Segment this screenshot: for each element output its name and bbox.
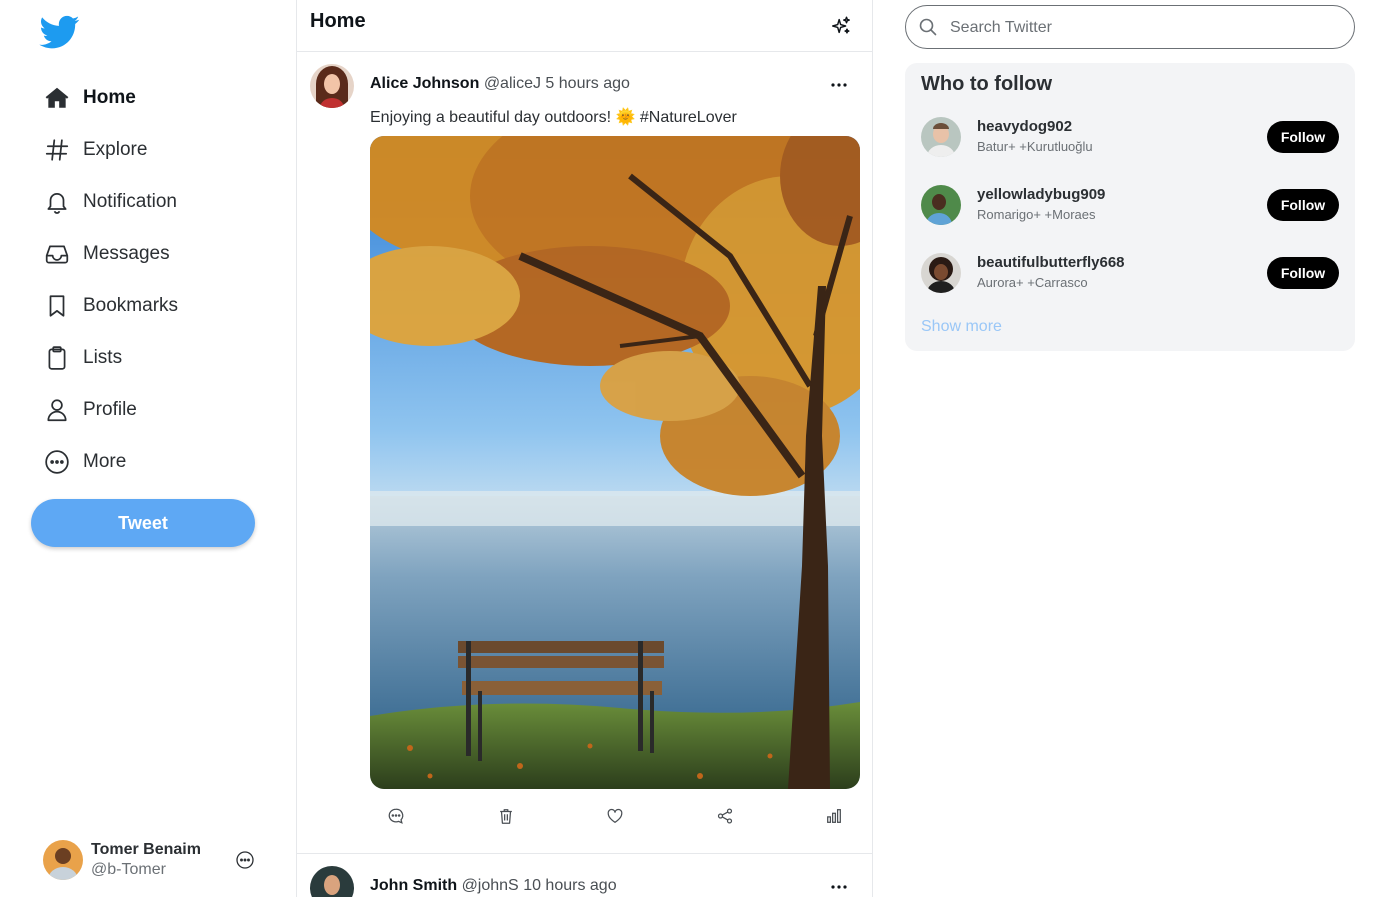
nav-label: Home (83, 87, 136, 108)
avatar (43, 840, 83, 880)
nav-label: Bookmarks (83, 295, 179, 316)
suggestion-username[interactable]: yellowladybug909 (977, 186, 1105, 203)
more-circle-icon (43, 448, 71, 476)
suggestion-subtitle: Batur+ +Kurutluoğlu (977, 139, 1093, 154)
main-nav: Home Explore Notification Messages Bookm… (43, 72, 178, 488)
feed-header: Home (297, 0, 872, 52)
suggestion-username[interactable]: beautifulbutterfly668 (977, 254, 1125, 271)
nav-item-notification[interactable]: Notification (43, 176, 178, 228)
post[interactable]: John Smith @johnS 10 hours ago (297, 854, 872, 897)
nav-item-messages[interactable]: Messages (43, 228, 178, 280)
follow-button[interactable]: Follow (1267, 121, 1339, 153)
follow-suggestion[interactable]: beautifulbutterfly668 Aurora+ +Carrasco … (921, 251, 1339, 295)
post-timestamp: 10 hours ago (523, 877, 617, 894)
bookmark-icon (43, 292, 71, 320)
nav-label: Messages (83, 243, 170, 264)
left-sidebar: Home Explore Notification Messages Bookm… (0, 0, 297, 897)
nav-item-bookmarks[interactable]: Bookmarks (43, 280, 178, 332)
trash-icon[interactable] (495, 805, 517, 827)
nav-label: Explore (83, 139, 148, 160)
search-box (905, 5, 1355, 49)
twitter-bird-icon[interactable] (38, 12, 82, 52)
post-header: John Smith @johnS 10 hours ago (370, 877, 617, 895)
post-header: Alice Johnson @aliceJ 5 hours ago (370, 75, 630, 93)
page-title: Home (310, 10, 366, 32)
more-horizontal-icon[interactable] (828, 876, 850, 897)
analytics-icon[interactable] (823, 805, 845, 827)
main-feed: Home Alice Johnson @aliceJ 5 hours ago E… (297, 0, 873, 897)
post-author-name[interactable]: John Smith (370, 877, 457, 894)
post-author-handle[interactable]: @johnS (462, 877, 519, 894)
panel-title: Who to follow (921, 73, 1053, 95)
more-horizontal-icon[interactable] (828, 74, 850, 96)
follow-suggestion[interactable]: yellowladybug909 Romarigo+ +Moraes Follo… (921, 183, 1339, 227)
post-author-name[interactable]: Alice Johnson (370, 75, 479, 92)
search-icon (918, 17, 938, 37)
avatar[interactable] (310, 64, 354, 108)
heart-icon[interactable] (604, 805, 626, 827)
avatar[interactable] (921, 117, 961, 157)
post-text: Enjoying a beautiful day outdoors! 🌞 #Na… (370, 109, 737, 126)
avatar[interactable] (310, 866, 354, 897)
post-image[interactable] (370, 136, 860, 789)
post-actions (385, 805, 845, 827)
suggestion-subtitle: Aurora+ +Carrasco (977, 275, 1088, 290)
comment-icon[interactable] (385, 805, 407, 827)
tweet-button[interactable]: Tweet (31, 499, 255, 547)
sparkle-icon[interactable] (830, 15, 852, 37)
nav-label: Profile (83, 399, 137, 420)
account-handle: @b-Tomer (91, 861, 166, 878)
nav-item-home[interactable]: Home (43, 72, 178, 124)
nav-item-more[interactable]: More (43, 436, 178, 488)
post-timestamp: 5 hours ago (545, 75, 630, 92)
nav-label: Notification (83, 191, 177, 212)
share-icon[interactable] (714, 805, 736, 827)
hash-icon (43, 136, 71, 164)
who-to-follow-panel: Who to follow heavydog902 Batur+ +Kurutl… (905, 63, 1355, 351)
post-author-handle[interactable]: @aliceJ (484, 75, 541, 92)
follow-suggestion[interactable]: heavydog902 Batur+ +Kurutluoğlu Follow (921, 115, 1339, 159)
post[interactable]: Alice Johnson @aliceJ 5 hours ago Enjoyi… (297, 52, 872, 854)
clipboard-icon (43, 344, 71, 372)
bell-icon (43, 188, 71, 216)
nav-label: More (83, 451, 127, 472)
inbox-icon (43, 240, 71, 268)
show-more-link[interactable]: Show more (921, 318, 1002, 336)
account-switcher[interactable]: Tomer Benaim @b-Tomer (43, 838, 255, 882)
suggestion-subtitle: Romarigo+ +Moraes (977, 207, 1096, 222)
avatar[interactable] (921, 253, 961, 293)
suggestion-username[interactable]: heavydog902 (977, 118, 1072, 135)
user-icon (43, 396, 71, 424)
nav-item-explore[interactable]: Explore (43, 124, 178, 176)
avatar[interactable] (921, 185, 961, 225)
nav-item-lists[interactable]: Lists (43, 332, 178, 384)
search-input[interactable] (950, 14, 1340, 42)
nav-item-profile[interactable]: Profile (43, 384, 178, 436)
follow-button[interactable]: Follow (1267, 257, 1339, 289)
home-icon (43, 84, 71, 112)
account-names: Tomer Benaim @b-Tomer (91, 840, 201, 880)
follow-button[interactable]: Follow (1267, 189, 1339, 221)
nav-label: Lists (83, 347, 123, 368)
more-circle-icon[interactable] (235, 850, 255, 870)
account-name: Tomer Benaim (91, 841, 201, 858)
